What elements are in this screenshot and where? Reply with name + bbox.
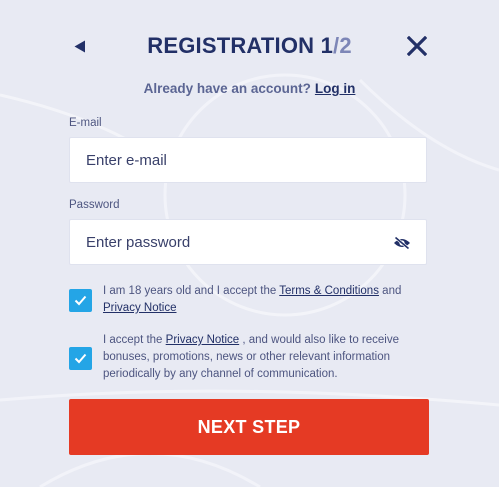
privacy-link-marketing[interactable]: Privacy Notice: [166, 334, 240, 346]
login-link[interactable]: Log in: [315, 81, 356, 96]
title-text: REGISTRATION: [147, 33, 315, 58]
password-label: Password: [69, 199, 120, 211]
email-label: E-mail: [69, 117, 102, 129]
age-consent-text: I am 18 years old and I accept the Terms…: [103, 283, 429, 317]
marketing-consent-text: I accept the Privacy Notice , and would …: [103, 332, 429, 383]
close-button[interactable]: [405, 34, 429, 58]
age-consent-text-before: I am 18 years old and I accept the: [103, 285, 277, 297]
marketing-consent-text-before: I accept the: [103, 334, 163, 346]
email-input[interactable]: [70, 138, 426, 182]
marketing-consent-checkbox[interactable]: [69, 347, 92, 370]
close-icon: [407, 36, 427, 56]
eye-slash-icon: [394, 236, 410, 250]
age-consent-checkbox[interactable]: [69, 289, 92, 312]
step-current: 1: [320, 33, 333, 58]
login-prompt: Already have an account? Log in: [0, 80, 499, 98]
modal-header: REGISTRATION 1/2: [0, 28, 499, 64]
registration-modal: REGISTRATION 1/2 Already have an account…: [0, 0, 499, 487]
next-step-button[interactable]: NEXT STEP: [69, 399, 429, 455]
password-visibility-toggle[interactable]: [392, 233, 412, 253]
privacy-link-age[interactable]: Privacy Notice: [103, 302, 177, 314]
login-prompt-text: Already have an account?: [143, 81, 311, 96]
checkmark-icon: [74, 353, 87, 364]
password-field-container: [69, 219, 427, 265]
email-field-container: [69, 137, 427, 183]
step-total: 2: [339, 33, 352, 58]
age-consent-text-middle: and: [382, 285, 402, 297]
checkmark-icon: [74, 295, 87, 306]
password-input[interactable]: [70, 220, 426, 264]
terms-link[interactable]: Terms & Conditions: [279, 285, 379, 297]
